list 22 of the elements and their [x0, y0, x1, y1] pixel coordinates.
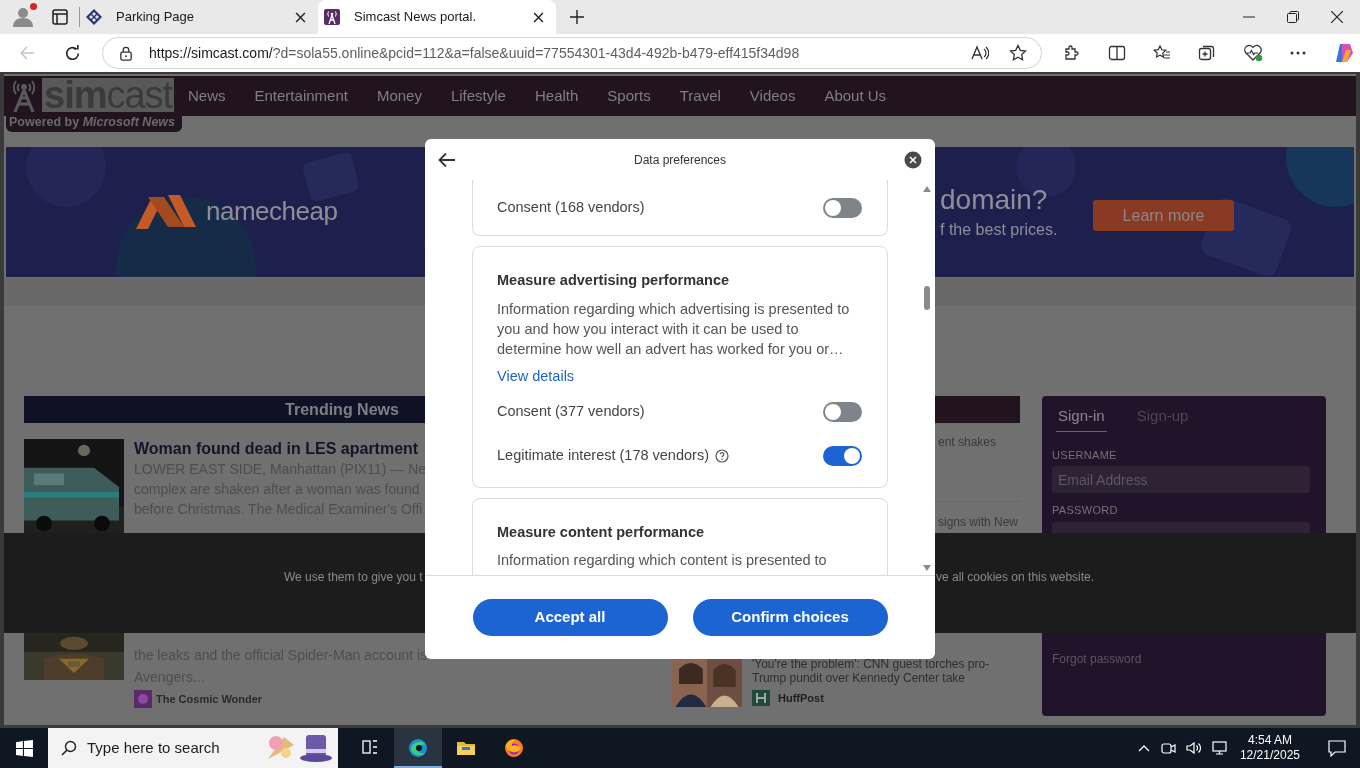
logo-tagline: Powered by Microsoft News [9, 114, 177, 131]
banner-subline: f the best prices. [940, 220, 1058, 240]
toggle-label: Consent (168 vendors) [497, 197, 645, 217]
banner-headline: domain? [940, 183, 1048, 217]
cookie-text: We use them to give you t [284, 569, 423, 586]
field-label: PASSWORD [1052, 503, 1119, 518]
toggle-label: Legitimate interest (178 vendors) [497, 445, 709, 465]
card-title: Measure advertising performance [497, 271, 731, 290]
card-title: Measure content performance [497, 522, 706, 542]
brand-name: namecheap [206, 195, 338, 228]
cookie-text: ve all cookies on this website. [936, 569, 1095, 586]
clock-date: 12/21/2025 [1239, 748, 1300, 763]
card-description: Information regarding which content is presented to [497, 551, 828, 571]
toggle-label: Consent (377 vendors) [497, 401, 645, 421]
search-placeholder: Type here to search [87, 737, 220, 758]
clock-time: 4:54 AM [1247, 733, 1292, 748]
tab-title: Simcast News portal. [354, 8, 478, 27]
field-label: USERNAME [1052, 447, 1118, 463]
card-description: Information regarding which advertising is presented to you and how you interact with it can be used to determine how well an advert has worked for you or… [497, 299, 851, 359]
url-text: https://simcast.com/?d=sola55.online&pcid=112&a=false&uuid=77554301-43d4-492b-b479-eff415f34d98 [149, 43, 800, 63]
dialog-title: Data preferences [633, 151, 727, 169]
tab-title: Parking Page [116, 8, 196, 27]
